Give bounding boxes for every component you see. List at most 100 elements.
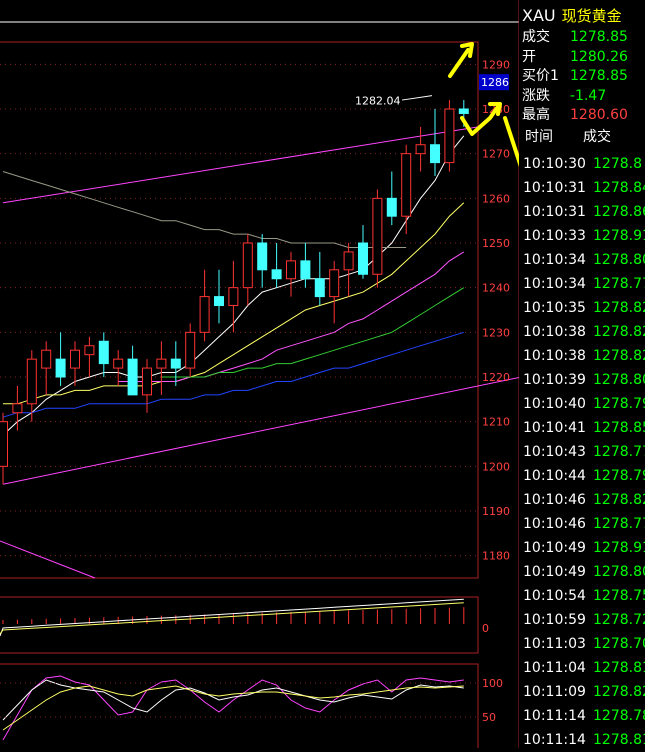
current-price-label: 1286 [481, 76, 509, 89]
candle-body [214, 296, 224, 307]
channel-line [2, 376, 519, 485]
trade-row: 10:10:38 1278.82 [523, 320, 645, 344]
candle-body [329, 269, 340, 298]
trade-time: 10:10:33 [523, 228, 586, 244]
candle-body [314, 278, 325, 298]
candle-body [430, 144, 440, 164]
trade-time: 10:11:14 [523, 708, 586, 724]
volume-line [0, 602, 464, 635]
candle-body [343, 251, 354, 271]
candle-body [41, 349, 52, 369]
trade-time: 10:11:04 [523, 660, 586, 676]
candle-body [0, 421, 8, 467]
trade-price: 1278.84 [593, 180, 645, 196]
y-tick-label: 1250 [482, 237, 510, 250]
trade-row: 10:10:31 1278.86 [523, 200, 645, 224]
trade-time: 10:11:03 [523, 636, 586, 652]
candle-body [458, 108, 469, 114]
trade-price: 1278.82 [593, 348, 645, 364]
trade-row: 10:10:40 1278.79 [523, 392, 645, 416]
candle-body [199, 296, 210, 333]
volume-panel-frame [0, 596, 479, 654]
trade-row: 10:10:33 1278.91 [523, 224, 645, 248]
candle-body [84, 345, 95, 356]
y-tick-label: 1220 [482, 371, 510, 384]
y-tick-label: 1190 [482, 505, 510, 518]
trade-row: 10:10:34 1278.80 [523, 248, 645, 272]
candle-body [242, 242, 253, 289]
candle-body [185, 331, 196, 369]
trade-row: 10:10:31 1278.84 [523, 176, 645, 200]
candle-body [386, 197, 397, 217]
trade-row: 10:10:46 1278.82 [523, 488, 645, 512]
y-tick-label: 1210 [482, 416, 510, 429]
trade-time: 10:10:54 [523, 588, 586, 604]
trades-list[interactable]: 10:10:30 1278.8 10:10:31 1278.84 10:10:31 127… [523, 152, 645, 752]
trade-row: 10:10:54 1278.75 [523, 584, 645, 608]
trades-header: 时间 成交 [525, 126, 611, 146]
trade-time: 10:10:35 [523, 300, 586, 316]
trade-time: 10:10:49 [523, 540, 586, 556]
trade-time: 10:11:09 [523, 684, 586, 700]
trade-time: 10:10:43 [523, 444, 586, 460]
quote-row: 最高 1280.60 [522, 104, 628, 124]
candle-body [142, 367, 152, 396]
trade-row: 10:10:49 1278.91 [523, 536, 645, 560]
candle-body [70, 349, 80, 369]
trade-row: 10:11:04 1278.81 [523, 656, 645, 680]
trade-price: 1278.91 [593, 540, 645, 556]
trade-price: 1278.81 [593, 660, 645, 676]
trade-price: 1278.8 [593, 156, 642, 172]
annotation-arrow [503, 116, 519, 168]
oscillator-line [2, 685, 464, 731]
quote-key: 成交 [522, 29, 550, 45]
quote-value: -1.47 [570, 87, 607, 104]
quote-row: 买价1 1278.85 [522, 65, 628, 85]
candle-body [271, 269, 282, 280]
trade-price: 1278.82 [593, 324, 645, 340]
volume-line [0, 598, 464, 637]
candle-body [257, 242, 268, 271]
trade-time: 10:10:40 [523, 396, 586, 412]
trade-price: 1278.82 [593, 300, 645, 316]
trade-time: 10:10:38 [523, 324, 586, 340]
trade-price: 1278.82 [593, 684, 645, 700]
trade-row: 10:10:30 1278.8 [523, 152, 645, 176]
trades-header-price: 成交 [583, 129, 611, 145]
y-tick-label: 1290 [482, 58, 510, 71]
y-tick-label: 1270 [482, 148, 510, 161]
oscillator-line [2, 675, 464, 741]
quote-row: 开 1280.26 [522, 46, 628, 66]
trade-time: 10:10:34 [523, 276, 586, 292]
trade-row: 10:10:34 1278.77 [523, 272, 645, 296]
y-tick-label: 1200 [482, 460, 510, 473]
trade-time: 10:11:14 [523, 732, 586, 748]
trade-time: 10:10:59 [523, 612, 586, 628]
trade-price: 1278.80 [593, 252, 645, 268]
y-tick-label: 1180 [482, 550, 510, 563]
ma-line [2, 171, 407, 248]
y-tick-label: 1230 [482, 326, 510, 339]
trade-price: 1278.79 [593, 396, 645, 412]
quote-value: 1278.85 [570, 29, 628, 45]
quote-value: 1278.85 [570, 68, 628, 84]
trade-row: 10:10:59 1278.72 [523, 608, 645, 632]
trade-time: 10:10:31 [523, 204, 586, 220]
volume-tick: 0 [482, 622, 489, 635]
symbol-name: 现货黄金 [561, 7, 622, 25]
candle-body [26, 358, 37, 405]
kline-chart[interactable]: 1282.04 12901280127012601250124012301220… [0, 0, 519, 748]
trade-row: 10:10:49 1278.80 [523, 560, 645, 584]
quote-key: 涨跌 [522, 87, 550, 104]
trade-row: 10:11:14 1278.78 [523, 704, 645, 728]
trade-price: 1278.80 [593, 564, 645, 580]
annotation-arrow [448, 42, 474, 78]
trade-price: 1278.77 [593, 444, 645, 460]
osc-tick: 50 [482, 711, 496, 724]
trade-price: 1278.77 [593, 276, 645, 292]
trade-price: 1278.78 [593, 708, 645, 724]
trade-time: 10:10:46 [523, 492, 586, 508]
trade-row: 10:11:14 1278.81 [523, 728, 645, 752]
symbol-header: XAU 现货黄金 [522, 5, 622, 26]
quote-key: 开 [522, 48, 536, 65]
